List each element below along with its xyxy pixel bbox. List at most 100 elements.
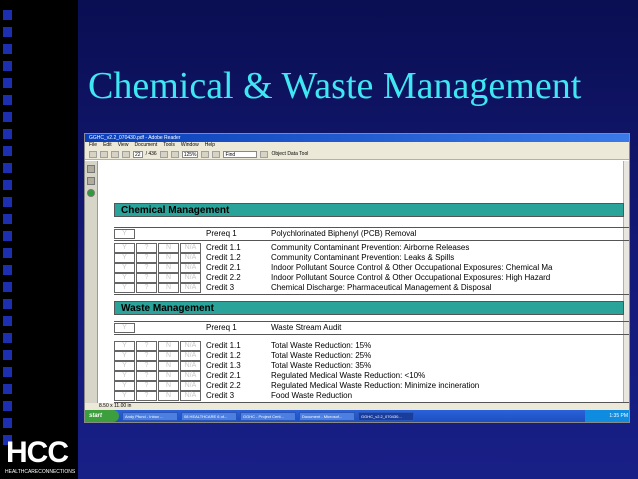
status-cell[interactable]: N xyxy=(158,263,179,273)
menu-item[interactable]: Edit xyxy=(103,142,112,149)
status-cell[interactable]: ? xyxy=(136,263,157,273)
status-cell[interactable]: N xyxy=(158,391,179,401)
status-cell[interactable]: ? xyxy=(136,273,157,283)
print-icon[interactable] xyxy=(100,150,108,158)
credit-row: Y? N N/A Credit 2.2 Indoor Pollutant Source … xyxy=(114,273,629,283)
menu-item[interactable]: File xyxy=(89,142,97,149)
find-input[interactable]: Find xyxy=(223,150,258,158)
status-cell[interactable]: Y xyxy=(114,341,135,351)
zoom-field[interactable]: 125% xyxy=(181,150,199,158)
status-cells: Y? N N/A xyxy=(114,273,202,283)
status-cells: Y? N N/A xyxy=(114,371,202,381)
status-cell[interactable]: ? xyxy=(136,391,157,401)
status-cell[interactable]: Y xyxy=(114,323,135,333)
status-cell[interactable]: N/A xyxy=(180,263,201,273)
credit-description: Indoor Pollutant Source Control & Other … xyxy=(271,273,551,282)
status-cell[interactable]: Y xyxy=(114,371,135,381)
section-header: Chemical Management xyxy=(114,203,624,217)
logo-wordmark: HCC xyxy=(6,436,69,469)
object-data-tool-button[interactable]: Object Data Tool xyxy=(271,151,308,157)
bookmarks-icon[interactable] xyxy=(87,177,95,185)
credit-description: Chemical Discharge: Pharmaceutical Manag… xyxy=(271,283,492,292)
taskbar-item[interactable]: 08 HEALTHCARE 6 of... xyxy=(181,411,237,421)
taskbar-item[interactable]: GGHC_v2.2_070430... xyxy=(358,411,414,421)
status-cell[interactable]: ? xyxy=(136,381,157,391)
menu-item[interactable]: View xyxy=(118,142,129,149)
status-cell[interactable]: ? xyxy=(136,253,157,263)
menu-item[interactable]: Window xyxy=(181,142,199,149)
menu-item[interactable]: Tools xyxy=(163,142,175,149)
status-cell[interactable]: N/A xyxy=(180,361,201,371)
status-cell[interactable]: Y xyxy=(114,351,135,361)
page-number-field[interactable]: 22 xyxy=(133,150,143,158)
decorative-square xyxy=(3,44,12,54)
status-cell[interactable]: ? xyxy=(136,371,157,381)
menu-item[interactable]: Help xyxy=(205,142,215,149)
pages-icon[interactable] xyxy=(87,165,95,173)
status-cell[interactable]: N xyxy=(158,243,179,253)
status-cell[interactable]: Y xyxy=(114,273,135,283)
prereq-description: Polychlorinated Biphenyl (PCB) Removal xyxy=(271,229,417,238)
status-cell[interactable]: N xyxy=(158,273,179,283)
status-cell[interactable]: N xyxy=(158,341,179,351)
status-cell[interactable]: Y xyxy=(114,229,135,239)
decorative-square xyxy=(3,10,12,20)
find-button-icon[interactable] xyxy=(260,150,269,158)
credit-label: Credit 3 xyxy=(206,391,235,400)
decorative-square xyxy=(3,333,12,343)
zoom-in-icon[interactable] xyxy=(201,150,210,158)
status-cell[interactable]: N/A xyxy=(180,243,201,253)
status-cell[interactable]: N/A xyxy=(180,253,201,263)
status-cell[interactable]: N xyxy=(158,283,179,293)
signatures-icon[interactable] xyxy=(87,189,95,197)
prereq-label: Prereq 1 xyxy=(206,229,237,238)
status-cell[interactable]: Y xyxy=(114,361,135,371)
menu-item[interactable]: Document xyxy=(134,142,157,149)
open-icon[interactable] xyxy=(89,150,97,158)
decorative-square xyxy=(3,78,12,88)
credit-description: Total Waste Reduction: 15% xyxy=(271,341,372,350)
status-cell[interactable]: Y xyxy=(114,263,135,273)
status-cell[interactable]: ? xyxy=(136,283,157,293)
status-cell[interactable]: ? xyxy=(136,351,157,361)
prev-page-icon[interactable] xyxy=(122,150,130,158)
save-icon[interactable] xyxy=(212,150,221,158)
taskbar-item[interactable]: Document - Microsof... xyxy=(299,411,355,421)
status-cell[interactable]: N/A xyxy=(180,371,201,381)
status-cell[interactable]: Y xyxy=(114,391,135,401)
status-cell[interactable]: N xyxy=(158,361,179,371)
status-cell[interactable]: N/A xyxy=(180,381,201,391)
status-cell[interactable]: N/A xyxy=(180,283,201,293)
status-cell[interactable]: ? xyxy=(136,243,157,253)
taskbar-item[interactable]: GGHC - Project Certi... xyxy=(240,411,296,421)
status-cell[interactable]: N xyxy=(158,351,179,361)
status-cell[interactable]: Y xyxy=(114,253,135,263)
start-button[interactable]: start xyxy=(85,410,119,422)
decorative-square xyxy=(3,231,12,241)
status-cell[interactable]: N/A xyxy=(180,391,201,401)
next-page-icon[interactable] xyxy=(159,150,168,158)
status-cell[interactable]: N xyxy=(158,381,179,391)
decorative-square xyxy=(3,214,12,224)
status-cell[interactable]: Y xyxy=(114,381,135,391)
status-cell[interactable]: N xyxy=(158,371,179,381)
status-cell[interactable]: N/A xyxy=(180,273,201,283)
status-cells: Y? N N/A xyxy=(114,243,202,253)
status-cells: Y xyxy=(114,229,136,239)
status-cell[interactable]: N/A xyxy=(180,341,201,351)
decorative-square xyxy=(3,112,12,122)
status-cells: Y? N N/A xyxy=(114,361,202,371)
window-titlebar: GGHC_v2.2_070430.pdf - Adobe Reader xyxy=(85,134,629,142)
status-cell[interactable]: Y xyxy=(114,243,135,253)
status-cell[interactable]: ? xyxy=(136,361,157,371)
credit-row: Y? N N/A Credit 3 Food Waste Reduction xyxy=(114,391,629,401)
zoom-out-icon[interactable] xyxy=(170,150,179,158)
email-icon[interactable] xyxy=(111,150,119,158)
decorative-square xyxy=(3,197,12,207)
status-cell[interactable]: Y xyxy=(114,283,135,293)
status-cell[interactable]: ? xyxy=(136,341,157,351)
status-cell[interactable]: N/A xyxy=(180,351,201,361)
divider xyxy=(114,227,629,228)
taskbar-item[interactable]: Andy Pfund - Inbox ... xyxy=(122,411,178,421)
status-cell[interactable]: N xyxy=(158,253,179,263)
